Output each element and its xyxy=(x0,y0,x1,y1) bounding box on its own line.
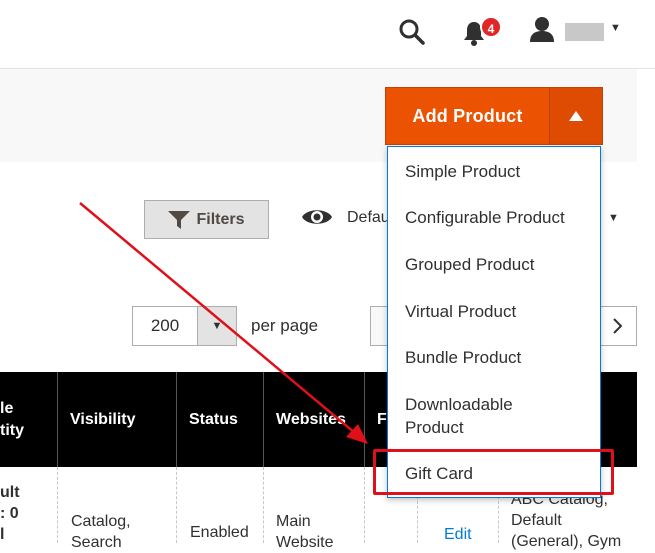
column-header-visibility[interactable]: Visibility xyxy=(58,372,176,467)
cell-divider xyxy=(57,467,58,543)
edit-link[interactable]: Edit xyxy=(444,524,472,545)
filters-label: Filters xyxy=(196,210,245,228)
cell-status: Enabled xyxy=(190,524,249,541)
notifications-button[interactable]: 4 xyxy=(462,16,506,50)
search-icon[interactable] xyxy=(398,18,426,46)
cell-divider xyxy=(176,467,177,543)
view-caret-icon[interactable]: ▼ xyxy=(608,212,619,224)
cell-divider xyxy=(263,467,264,543)
add-product-menu-toggle[interactable] xyxy=(549,88,602,144)
per-page-label: per page xyxy=(251,316,319,335)
column-header-quantity[interactable]: le tity xyxy=(0,372,57,467)
caret-up-icon xyxy=(569,111,583,121)
per-page-caret-icon[interactable]: ▼ xyxy=(197,307,236,345)
cell-divider xyxy=(364,467,365,543)
menu-item-bundle-product[interactable]: Bundle Product xyxy=(405,346,585,369)
user-name-redacted[interactable] xyxy=(565,23,604,41)
menu-item-downloadable-product[interactable]: Downloadable Product xyxy=(405,393,545,439)
menu-item-configurable-product[interactable]: Configurable Product xyxy=(405,206,585,229)
funnel-icon xyxy=(168,210,191,229)
default-view-label[interactable]: Defau xyxy=(347,209,390,227)
menu-item-grouped-product[interactable]: Grouped Product xyxy=(405,253,585,276)
next-page-button[interactable] xyxy=(597,306,637,346)
column-header-websites[interactable]: Websites xyxy=(264,372,364,467)
add-product-button[interactable]: Add Product xyxy=(386,88,549,144)
menu-item-virtual-product[interactable]: Virtual Product xyxy=(405,300,585,323)
eye-icon[interactable] xyxy=(301,205,333,229)
user-icon[interactable] xyxy=(529,16,555,44)
gift-card-highlight-box xyxy=(373,449,614,495)
per-page-select[interactable]: 200 ▼ xyxy=(132,306,237,346)
cell-visibility: Catalog, Search xyxy=(71,513,131,551)
add-product-dropdown: Simple Product Configurable Product Grou… xyxy=(387,146,601,498)
filters-button[interactable]: Filters xyxy=(144,200,269,239)
add-product-split-button: Add Product xyxy=(385,87,603,145)
admin-header: 4 ▼ xyxy=(0,0,655,69)
cell-websites: Main Website xyxy=(276,513,334,551)
menu-item-simple-product[interactable]: Simple Product xyxy=(405,160,585,183)
per-page-value: 200 xyxy=(150,316,180,335)
notification-count-badge: 4 xyxy=(480,16,502,38)
column-header-status[interactable]: Status xyxy=(177,372,263,467)
user-menu-caret-icon[interactable]: ▼ xyxy=(610,22,621,34)
cell-quantity: ult : 0 l xyxy=(0,484,20,543)
chevron-right-icon xyxy=(613,318,622,334)
